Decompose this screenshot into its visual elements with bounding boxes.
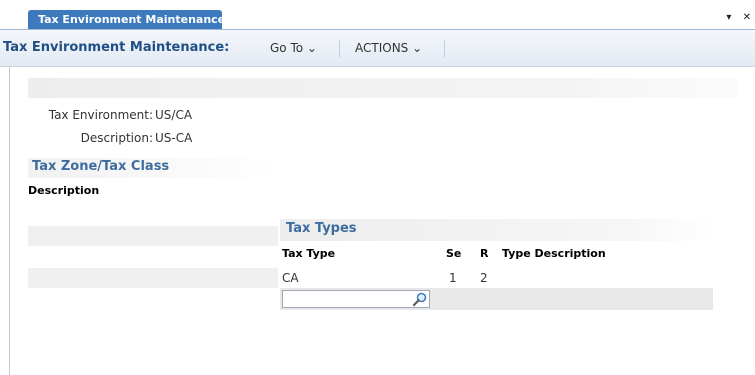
tax-type-cell: CA [282,271,299,285]
tax-zone-row [28,268,278,288]
column-header-r[interactable]: R [480,247,488,260]
toolbar-divider [339,40,340,58]
column-header-type-description[interactable]: Type Description [502,247,606,260]
description-value: US-CA [155,131,193,145]
toolbar: Tax Environment Maintenance: Go To ⌄ ACT… [0,30,755,67]
se-cell: 1 [449,271,457,285]
magnifier-icon[interactable] [412,291,428,307]
tab-strip: Tax Environment Maintenance ▾ ✕ [0,0,755,30]
tax-zone-row [28,226,278,246]
column-header-se[interactable]: Se [446,247,461,260]
description-label: Description: [80,131,153,145]
actions-menu[interactable]: ACTIONS ⌄ [355,30,422,66]
tab-label: Tax Environment Maintenance [38,13,226,26]
tax-environment-value: US/CA [155,108,193,122]
tax-types-title: Tax Types [286,221,357,236]
left-border [9,66,10,375]
column-header-tax-type[interactable]: Tax Type [282,247,335,260]
header-panel [28,78,738,98]
page-title: Tax Environment Maintenance: [3,40,230,55]
r-cell: 2 [480,271,488,285]
tax-zone-title: Tax Zone/Tax Class [32,159,170,174]
tax-zone-description-header: Description [28,184,100,197]
tax-type-search-input[interactable] [282,290,430,308]
tab-tax-environment-maintenance[interactable]: Tax Environment Maintenance [28,10,226,30]
goto-menu[interactable]: Go To ⌄ [270,30,317,66]
tab-controls[interactable]: ▾ ✕ [726,12,755,23]
toolbar-divider [444,40,445,58]
tab-menu-close-icons[interactable]: ▾ ✕ [726,12,755,23]
tax-environment-label: Tax Environment: [48,108,153,122]
